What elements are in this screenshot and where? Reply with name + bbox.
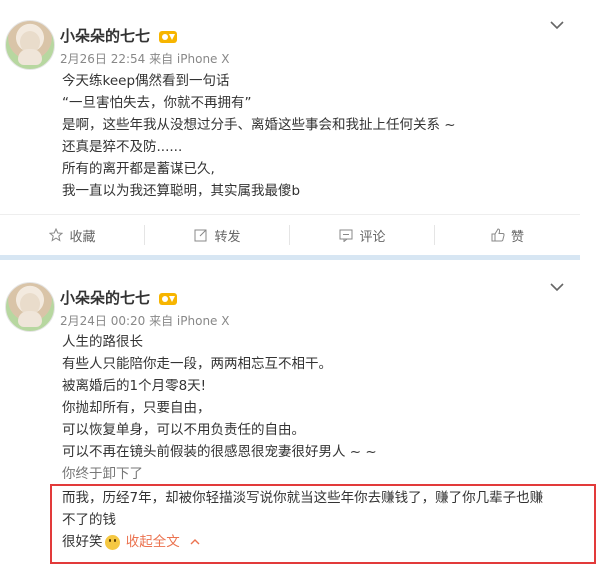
chevron-down-icon[interactable] [550, 282, 564, 292]
comment-icon [339, 229, 353, 242]
username[interactable]: 小朵朵的七七 [60, 25, 178, 46]
vip-badge-icon [159, 30, 178, 43]
post-meta[interactable]: 2月26日 22:54 来自 iPhone X [60, 50, 229, 67]
star-icon [49, 228, 64, 242]
post-separator [0, 255, 580, 260]
avatar[interactable] [5, 20, 55, 70]
avatar[interactable] [5, 282, 55, 332]
chevron-down-icon[interactable] [550, 20, 564, 30]
repost-button[interactable]: 转发 [145, 215, 290, 255]
thumbs-up-icon [491, 228, 505, 242]
like-button[interactable]: 赞 [435, 215, 580, 255]
post-card: 小朵朵的七七 2月26日 22:54 来自 iPhone X 今天练keep偶然… [0, 0, 580, 262]
vip-badge-icon [159, 292, 178, 305]
comment-button[interactable]: 评论 [290, 215, 435, 255]
username[interactable]: 小朵朵的七七 [60, 287, 178, 308]
post-actions: 收藏 转发 评论 赞 [0, 214, 580, 255]
repost-icon [194, 229, 207, 242]
post-meta[interactable]: 2月24日 00:20 来自 iPhone X [60, 312, 229, 329]
favorite-button[interactable]: 收藏 [0, 215, 145, 255]
highlight-box [50, 484, 596, 564]
post-text: 今天练keep偶然看到一句话 “一旦害怕失去，你就不再拥有” 是啊，这些年我从没… [62, 73, 456, 199]
